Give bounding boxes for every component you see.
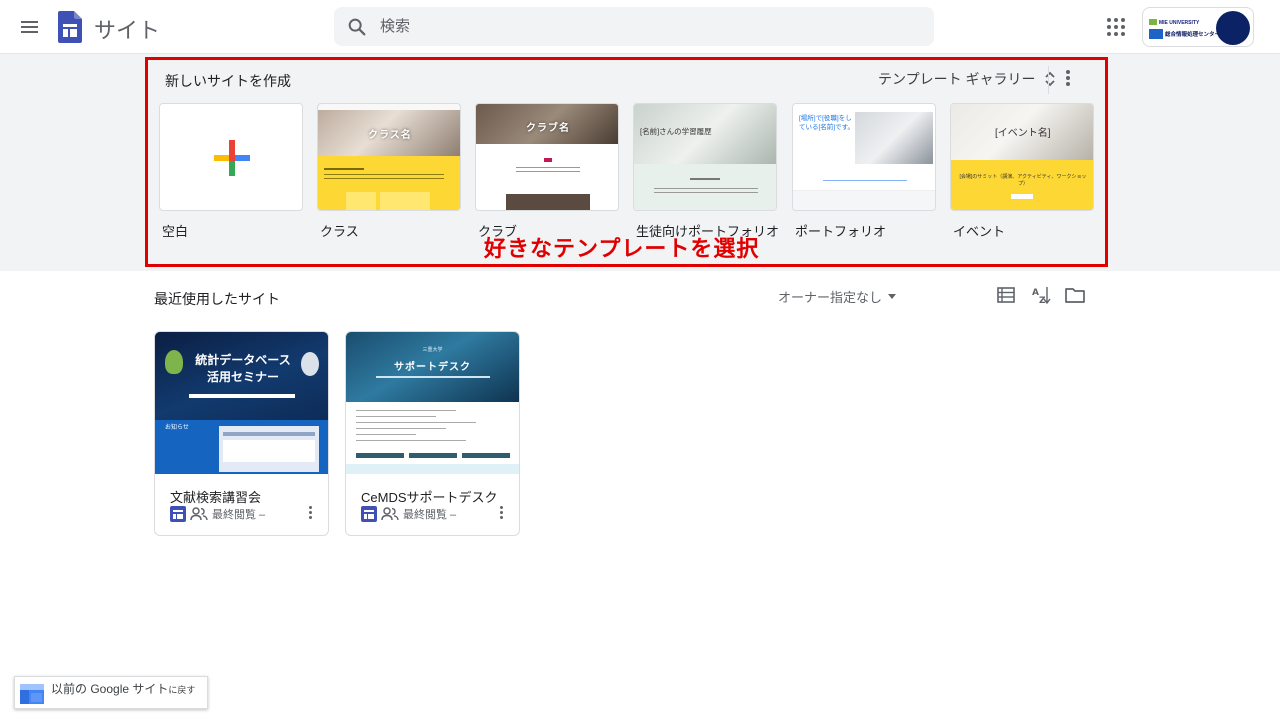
template-thumbnail: クラブ名 [475,103,619,211]
template-thumb-title: クラブ名 [526,123,570,134]
recent-site-card[interactable]: 三重大学 サポートデスク CeMDSサポートデスク 最終閲覧 – [345,331,520,536]
dropdown-arrow-icon [888,294,897,299]
last-viewed-text: 最終閲覧 – [403,509,457,521]
template-thumb-subtitle: [会場]のサミット（講演、アクティビティ、ワークショップ） [959,174,1087,187]
template-thumbnail: [イベント名] [会場]のサミット（講演、アクティビティ、ワークショップ） [950,103,1094,211]
center-logo-icon [1149,29,1163,39]
folder-icon[interactable] [1064,284,1086,306]
template-yellow-band [318,156,460,210]
template-club[interactable]: クラブ名 クラブ [475,103,619,240]
unfold-more-icon [1045,71,1056,87]
gallery-title: 新しいサイトを作成 [165,73,291,89]
template-thumb-title: クラス名 [368,130,412,141]
main-menu-icon[interactable] [18,15,42,39]
university-logo-text: MIE UNIVERSITY [1159,20,1200,26]
template-gallery-toggle[interactable]: テンプレート ギャラリー [878,69,1059,89]
template-label: 空白 [162,224,189,239]
annotation-text: 好きなテンプレートを選択 [484,236,760,261]
classic-sites-label-suffix: に戻す [168,685,196,695]
template-gallery-toggle-label: テンプレート ギャラリー [878,71,1036,87]
search-icon[interactable] [346,16,368,38]
recent-site-card[interactable]: 統計データベース活用セミナー お知らせ 文献検索講習会 最終閲覧 – [154,331,329,536]
site-meta: 最終閲覧 – [361,506,456,522]
recent-sites-title: 最近使用したサイト [154,291,280,307]
template-student-portfolio[interactable]: [名前]さんの学習履歴 生徒向けポートフォリオ [633,103,779,240]
template-section [634,164,776,210]
classic-sites-label-main: 以前の Google サイト [51,682,169,696]
template-photo [855,112,933,164]
plus-icon [214,140,250,176]
template-event[interactable]: [イベント名] [会場]のサミット（講演、アクティビティ、ワークショップ） イベ… [950,103,1094,240]
template-label: クラス [320,224,359,239]
account-avatar[interactable] [1216,11,1250,45]
google-apps-grid-icon[interactable] [1104,15,1128,39]
template-label: ポートフォリオ [795,224,887,239]
site-name: 文献検索講習会 [170,490,262,505]
university-logo-icon [1149,19,1157,25]
site-thumbnail: 三重大学 サポートデスク [346,332,519,474]
template-thumbnail: [場所]で[役職]をしている[名前]です。 [792,103,936,211]
app-title: サイト [94,18,161,43]
template-thumbnail [159,103,303,211]
template-thumbnail: クラス名 [317,103,461,211]
template-thumb-title: [名前]さんの学習履歴 [640,127,712,136]
organization-name: 総合情報処理センター [1165,32,1221,38]
shared-people-icon [381,507,399,521]
template-portfolio[interactable]: [場所]で[役職]をしている[名前]です。 ポートフォリオ [792,103,936,240]
site-meta: 最終閲覧 – [170,506,265,522]
owner-filter-dropdown[interactable]: オーナー指定なし [778,287,897,306]
list-view-icon[interactable] [995,284,1017,306]
return-to-classic-sites-button[interactable]: 以前の Google サイトに戻す [14,676,208,709]
sort-az-icon[interactable]: A Z [1030,284,1052,306]
template-yellow-band: [会場]のサミット（講演、アクティビティ、ワークショップ） [951,160,1093,210]
search-input[interactable] [380,7,920,46]
google-sites-icon [361,506,377,522]
owner-filter-label: オーナー指定なし [778,290,883,305]
svg-text:A: A [1032,288,1039,298]
gallery-divider [1048,66,1049,94]
search-box[interactable] [334,7,934,46]
template-thumb-title: [イベント名] [995,128,1051,139]
gallery-more-options-icon[interactable] [1060,68,1076,90]
template-blank[interactable]: 空白 [159,103,303,240]
google-sites-icon [170,506,186,522]
template-thumb-title: [場所]で[役職]をしている[名前]です。 [799,115,854,131]
template-photo [506,194,590,210]
site-thumb-title: サポートデスク [394,362,471,373]
shared-people-icon [190,507,208,521]
classic-sites-label: 以前の Google サイトに戻す [51,680,195,697]
site-more-options-icon[interactable] [494,504,508,524]
template-thumbnail: [名前]さんの学習履歴 [633,103,777,211]
last-viewed-text: 最終閲覧 – [212,509,266,521]
template-topbar [318,104,460,110]
template-label: イベント [953,224,1006,239]
site-name: CeMDSサポートデスク [361,490,498,505]
site-thumbnail: 統計データベース活用セミナー お知らせ [155,332,328,474]
site-thumb-subtitle: 三重大学 [422,347,443,353]
top-bar: サイト MIE UNIVERSITY 総合情報処理センター [0,0,1280,54]
classic-sites-icon [20,684,44,704]
site-thumb-title: 統計データベース活用セミナー [195,353,291,384]
template-class[interactable]: クラス名 クラス [317,103,461,240]
site-more-options-icon[interactable] [303,504,317,524]
site-thumb-subtitle: お知らせ [165,425,189,431]
google-sites-logo-icon[interactable] [58,11,82,43]
